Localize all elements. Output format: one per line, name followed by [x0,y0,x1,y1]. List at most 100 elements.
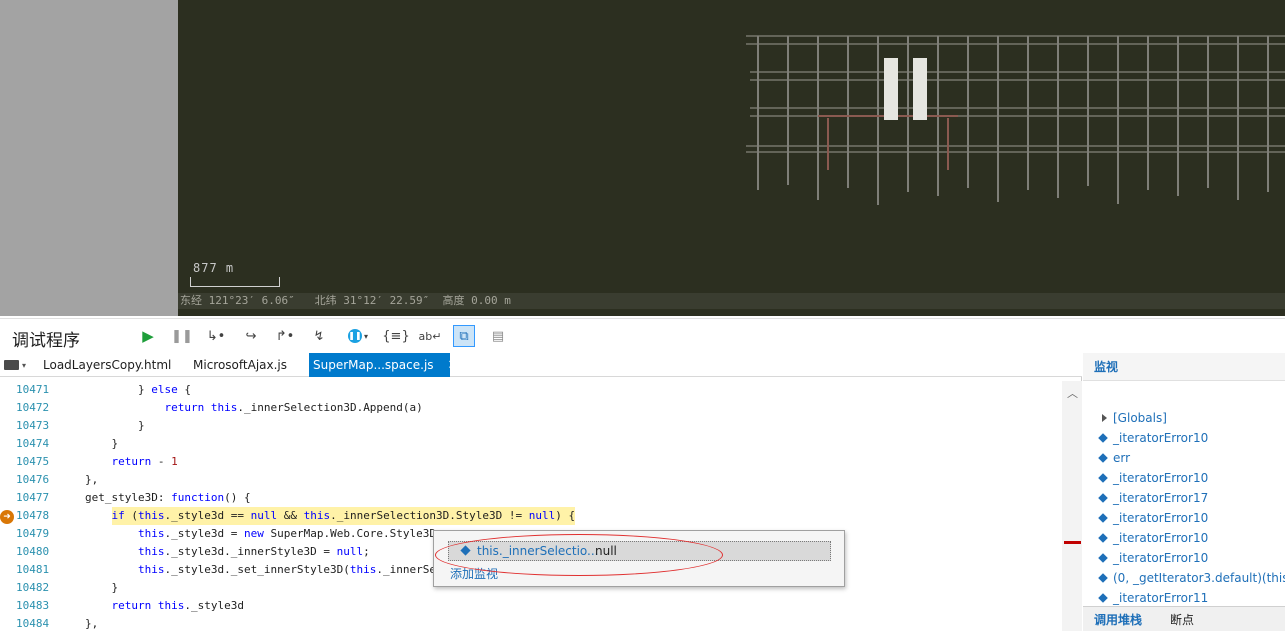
tab-breakpoints[interactable]: 断点 [1170,611,1194,628]
coordinate-readout: 东经 121°23′ 6.06″ 北纬 31°12′ 22.59″ 高度 0.0… [178,293,1285,309]
watch-item-label: _iteratorError10 [1113,551,1209,565]
code-line: 10471 } else { [0,381,1062,399]
current-statement-highlight: if (this._style3d == null && this._inner… [111,507,576,525]
watch-item-label: [Globals] [1113,411,1167,425]
field-icon [1098,593,1108,603]
line-text: this._style3d = new SuperMap.Web.Core.St… [137,527,437,540]
line-text: if (this._style3d == null && this._inner… [85,507,576,525]
watch-panel: 监视 [Globals] _iteratorError10 err _itera… [1083,353,1285,631]
line-number: 10472 [16,401,50,414]
line-text: get_style3D: function() { [85,491,251,504]
line-number: 10475 [16,455,50,468]
line-text: } [85,419,145,432]
watch-item-label: _iteratorError17 [1113,491,1209,505]
watch-item-label: _iteratorError10 [1113,531,1209,545]
field-icon [1098,513,1108,523]
word-wrap-icon[interactable]: ab↵ [419,325,442,347]
field-icon [1098,433,1108,443]
watch-item[interactable]: (0, _getIterator3.default)(this) [1098,568,1285,588]
viewport-left-panel [0,0,178,316]
step-into-icon[interactable]: ↳• [205,325,227,347]
source-map-icon[interactable]: ▤ [487,325,509,347]
watch-item[interactable]: _iteratorError10 [1098,528,1209,548]
line-text: return - 1 [111,455,178,468]
break-on-exception-icon[interactable]: ❚❚ ▾ [344,325,372,347]
tab-label: LoadLayersCopy.html [43,358,172,372]
line-text: this._style3d._set_innerStyle3D(this._in… [137,563,437,576]
bottom-panel-tabs: 调用堆栈 断点 [1083,606,1285,631]
play-icon[interactable]: ▶ [137,325,159,347]
line-number: 10482 [16,581,50,594]
tab-label: SuperMap...space.js [313,358,434,372]
line-number: 10480 [16,545,50,558]
line-text: return this._style3d [111,599,244,612]
pause-icon[interactable]: ❚❚ [171,325,193,347]
add-watch-link[interactable]: 添加监视 [450,565,498,582]
line-text: this._style3d._innerStyle3D = null; [137,545,370,558]
tab-loadlayerscopy[interactable]: LoadLayersCopy.html [35,353,179,377]
step-over-icon[interactable]: ↪ [240,325,262,347]
field-icon [1098,533,1108,543]
code-line: 10477 get_style3D: function() { [0,489,1062,507]
code-editor[interactable]: ▾ LoadLayersCopy.html MicrosoftAjax.js S… [0,353,1082,631]
watch-item[interactable]: _iteratorError10 [1098,548,1209,568]
code-line: 10483 return this._style3d [0,597,1062,615]
code-line: 10474 } [0,435,1062,453]
line-number: 10473 [16,419,50,432]
3d-scene[interactable]: 877 m 东经 121°23′ 6.06″ 北纬 31°12′ 22.59″ … [178,0,1285,316]
chevron-up-icon[interactable]: ︿ [1067,385,1078,401]
line-text: } else { [85,383,191,396]
watch-item-label: (0, _getIterator3.default)(this) [1113,571,1285,585]
breakpoint-marker [1064,541,1081,544]
watch-header: 监视 [1083,353,1285,381]
scale-label: 877 m [193,261,235,275]
watch-item-label: _iteratorError10 [1113,471,1209,485]
watch-item[interactable]: _iteratorError10 [1098,468,1209,488]
expand-icon[interactable] [1102,414,1107,422]
step-to-cursor-icon[interactable]: ↯ [308,325,330,347]
watch-title: 监视 [1094,360,1119,374]
watch-item-label: _iteratorError11 [1113,591,1209,605]
watch-item[interactable]: _iteratorError17 [1098,488,1209,508]
tab-supermap-space[interactable]: SuperMap...space.js ✕ [309,353,458,377]
line-number: 10481 [16,563,50,576]
line-number: 10484 [16,617,50,630]
datatip-row[interactable]: this._innerSelectio... null [448,541,831,561]
datatip-popup: this._innerSelectio... null 添加监视 [433,530,845,587]
debugger-title: 调试程序 [12,331,80,351]
debugger-toolbar: 调试程序 ▶ ❚❚ ↳• ↪ ↱• ↯ ❚❚ ▾ {≡} ab↵ ⧉ ▤ [0,318,1285,353]
map-viewport[interactable]: 877 m 东经 121°23′ 6.06″ 北纬 31°12′ 22.59″ … [0,0,1285,316]
watch-item[interactable]: _iteratorError11 [1098,588,1209,608]
code-line: 10484}, [0,615,1062,631]
line-number: 10471 [16,383,50,396]
document-tabs: ▾ LoadLayersCopy.html MicrosoftAjax.js S… [0,353,1082,377]
line-number: 10476 [16,473,50,486]
line-number: 10479 [16,527,50,540]
vertical-scrollbar[interactable]: ︿ [1062,381,1082,631]
line-number: 10477 [16,491,50,504]
code-lines[interactable]: 10471 } else { 10472 return this._innerS… [0,381,1062,631]
watch-item[interactable]: _iteratorError10 [1098,508,1209,528]
watch-item-label: _iteratorError10 [1113,431,1209,445]
field-icon [1098,473,1108,483]
watch-item-globals[interactable]: [Globals] [1099,408,1167,428]
field-icon [460,545,471,556]
close-icon[interactable]: ✕ [448,358,459,373]
pretty-print-icon[interactable]: {≡} [382,325,409,347]
field-icon [1098,493,1108,503]
line-number: 10478 [16,509,50,522]
tab-microsoftajax[interactable]: MicrosoftAjax.js [185,353,295,377]
watch-item[interactable]: _iteratorError10 [1098,428,1209,448]
step-out-icon[interactable]: ↱• [274,325,296,347]
just-my-code-icon[interactable]: ⧉ [453,325,475,347]
tab-call-stack[interactable]: 调用堆栈 [1094,611,1142,628]
watch-item[interactable]: err [1098,448,1130,468]
line-number: 10483 [16,599,50,612]
folder-icon[interactable]: ▾ [4,357,34,373]
scale-bar [190,277,280,287]
tab-label: MicrosoftAjax.js [193,358,288,372]
watch-item-label: _iteratorError10 [1113,511,1209,525]
line-text: } [85,581,119,594]
line-text: return this._innerSelection3D.Append(a) [164,401,423,414]
field-icon [1098,553,1108,563]
